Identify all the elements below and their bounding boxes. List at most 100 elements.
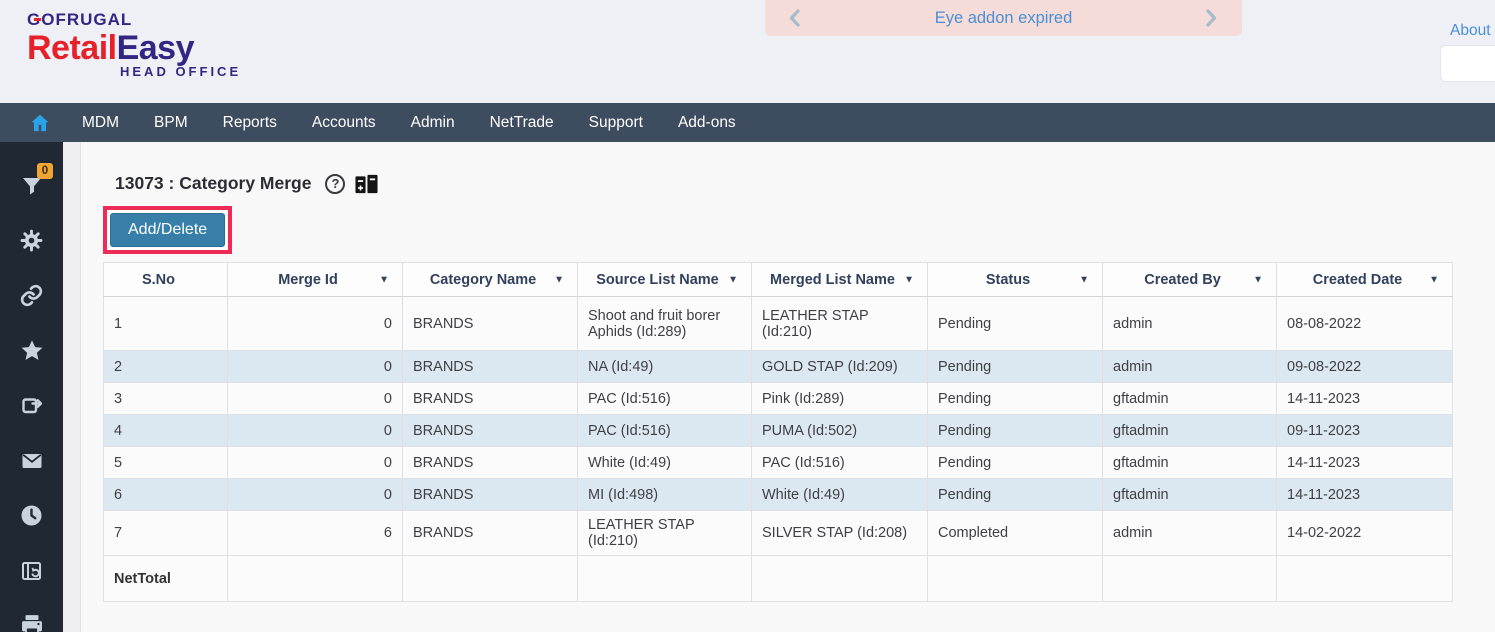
sort-arrow-icon[interactable]: ▼ xyxy=(379,274,389,285)
table-header-row: S.NoMerge Id▼Category Name▼Source List N… xyxy=(104,263,1453,297)
cell-s-no: 4 xyxy=(104,415,228,447)
cell-source-list-name: White (Id:49) xyxy=(578,447,752,479)
notification-banner: Eye addon expired xyxy=(765,0,1242,36)
brand-name: GOFRUGAL xyxy=(27,10,132,30)
table-row[interactable]: 50BRANDSWhite (Id:49)PAC (Id:516)Pending… xyxy=(104,447,1453,479)
cell-status: Completed xyxy=(928,511,1103,556)
column-label: Merge Id xyxy=(278,272,338,288)
nav-item-bpm[interactable]: BPM xyxy=(154,114,188,132)
cell-merged-list-name: SILVER STAP (Id:208) xyxy=(752,511,928,556)
cell-category-name: BRANDS xyxy=(403,447,578,479)
sort-arrow-icon[interactable]: ▼ xyxy=(1253,274,1263,285)
quick-search-box[interactable] xyxy=(1440,45,1495,82)
cell-merged-list-name: LEATHER STAP (Id:210) xyxy=(752,297,928,351)
cell-merged-list-name: White (Id:49) xyxy=(752,479,928,511)
cell-created-date: 09-11-2023 xyxy=(1277,415,1453,447)
cell-source-list-name: Shoot and fruit borer Aphids (Id:289) xyxy=(578,297,752,351)
cell-merged-list-name: Pink (Id:289) xyxy=(752,383,928,415)
cell-created-by: gftadmin xyxy=(1103,383,1277,415)
cell-created-by: gftadmin xyxy=(1103,447,1277,479)
cell-created-date: 09-08-2022 xyxy=(1277,351,1453,383)
cell-s-no: 2 xyxy=(104,351,228,383)
gear-icon[interactable] xyxy=(0,213,63,268)
clock-icon[interactable] xyxy=(0,488,63,543)
cell-created-by: gftadmin xyxy=(1103,479,1277,511)
nav-item-accounts[interactable]: Accounts xyxy=(312,114,376,132)
table-row[interactable]: 10BRANDSShoot and fruit borer Aphids (Id… xyxy=(104,297,1453,351)
top-header: GOFRUGAL RetailEasy HEAD OFFICE Eye addo… xyxy=(0,0,1495,103)
nav-item-reports[interactable]: Reports xyxy=(223,114,277,132)
nav-item-admin[interactable]: Admin xyxy=(411,114,455,132)
column-header-merge-id[interactable]: Merge Id ▼ xyxy=(228,263,403,297)
cell-merge-id: 0 xyxy=(228,479,403,511)
table-row[interactable]: 40BRANDSPAC (Id:516)PUMA (Id:502)Pending… xyxy=(104,415,1453,447)
column-header-category-name[interactable]: Category Name▼ xyxy=(403,263,578,297)
column-label: Created Date xyxy=(1313,272,1402,288)
cell-merge-id: 0 xyxy=(228,383,403,415)
cell-category-name: BRANDS xyxy=(403,297,578,351)
column-header-merged-list-name[interactable]: Merged List Name▼ xyxy=(752,263,928,297)
cell-status: Pending xyxy=(928,415,1103,447)
cell-status: Pending xyxy=(928,383,1103,415)
title-row: 13073 : Category Merge ? xyxy=(115,173,378,194)
add-delete-button[interactable]: Add/Delete xyxy=(110,213,225,247)
column-header-source-list-name[interactable]: Source List Name▼ xyxy=(578,263,752,297)
column-header-created-by[interactable]: Created By ▼ xyxy=(1103,263,1277,297)
column-label: Created By xyxy=(1144,272,1221,288)
filter-icon[interactable]: 0 xyxy=(0,158,63,213)
table-row[interactable]: 20BRANDSNA (Id:49)GOLD STAP (Id:209)Pend… xyxy=(104,351,1453,383)
chevron-right-icon[interactable] xyxy=(1204,9,1220,27)
cell-merge-id: 0 xyxy=(228,351,403,383)
shortcut-keys-icon[interactable] xyxy=(355,174,378,194)
add-delete-highlight: Add/Delete xyxy=(103,206,232,254)
page-title: 13073 : Category Merge xyxy=(115,173,311,194)
share-icon[interactable] xyxy=(0,378,63,433)
column-header-created-date[interactable]: Created Date ▼ xyxy=(1277,263,1453,297)
cell-source-list-name: NA (Id:49) xyxy=(578,351,752,383)
sort-arrow-icon[interactable]: ▼ xyxy=(728,274,738,285)
sort-arrow-icon[interactable]: ▼ xyxy=(1079,274,1089,285)
printer-icon[interactable] xyxy=(0,598,63,632)
main-content: 13073 : Category Merge ? Add/Delete xyxy=(63,142,1495,632)
cell-s-no: 5 xyxy=(104,447,228,479)
cell-category-name: BRANDS xyxy=(403,479,578,511)
cell-merge-id: 0 xyxy=(228,415,403,447)
cell-category-name: BRANDS xyxy=(403,351,578,383)
cell-status: Pending xyxy=(928,447,1103,479)
nav-item-nettrade[interactable]: NetTrade xyxy=(490,114,554,132)
banner-message[interactable]: Eye addon expired xyxy=(803,9,1204,28)
mail-icon[interactable] xyxy=(0,433,63,488)
logo-g-dash xyxy=(34,18,41,21)
cell-status: Pending xyxy=(928,297,1103,351)
nav-item-support[interactable]: Support xyxy=(589,114,643,132)
cell-category-name: BRANDS xyxy=(403,511,578,556)
star-icon[interactable] xyxy=(0,323,63,378)
table-row[interactable]: 30BRANDSPAC (Id:516)Pink (Id:289)Pending… xyxy=(104,383,1453,415)
cell-s-no: 7 xyxy=(104,511,228,556)
cell-merged-list-name: PAC (Id:516) xyxy=(752,447,928,479)
cell-s-no: 1 xyxy=(104,297,228,351)
nav-item-mdm[interactable]: MDM xyxy=(82,114,119,132)
cell-source-list-name: PAC (Id:516) xyxy=(578,383,752,415)
column-header-s-no[interactable]: S.No xyxy=(104,263,228,297)
cell-created-date: 14-02-2022 xyxy=(1277,511,1453,556)
link-icon[interactable] xyxy=(0,268,63,323)
sort-arrow-icon[interactable]: ▼ xyxy=(554,274,564,285)
chevron-left-icon[interactable] xyxy=(787,9,803,27)
home-icon[interactable] xyxy=(29,112,51,134)
cell-created-by: admin xyxy=(1103,351,1277,383)
table-row[interactable]: 76BRANDSLEATHER STAP (Id:210)SILVER STAP… xyxy=(104,511,1453,556)
cell-s-no: 3 xyxy=(104,383,228,415)
about-link[interactable]: About xyxy=(1450,22,1491,40)
window-sync-icon[interactable] xyxy=(0,543,63,598)
column-header-status[interactable]: Status▼ xyxy=(928,263,1103,297)
cell-source-list-name: LEATHER STAP (Id:210) xyxy=(578,511,752,556)
sort-arrow-icon[interactable]: ▼ xyxy=(904,274,914,285)
table-row[interactable]: 60BRANDSMI (Id:498)White (Id:49)Pendingg… xyxy=(104,479,1453,511)
cell-merged-list-name: GOLD STAP (Id:209) xyxy=(752,351,928,383)
help-icon[interactable]: ? xyxy=(325,174,345,194)
cell-status: Pending xyxy=(928,479,1103,511)
sort-arrow-icon[interactable]: ▼ xyxy=(1429,274,1439,285)
cell-created-by: admin xyxy=(1103,297,1277,351)
nav-item-add-ons[interactable]: Add-ons xyxy=(678,114,736,132)
